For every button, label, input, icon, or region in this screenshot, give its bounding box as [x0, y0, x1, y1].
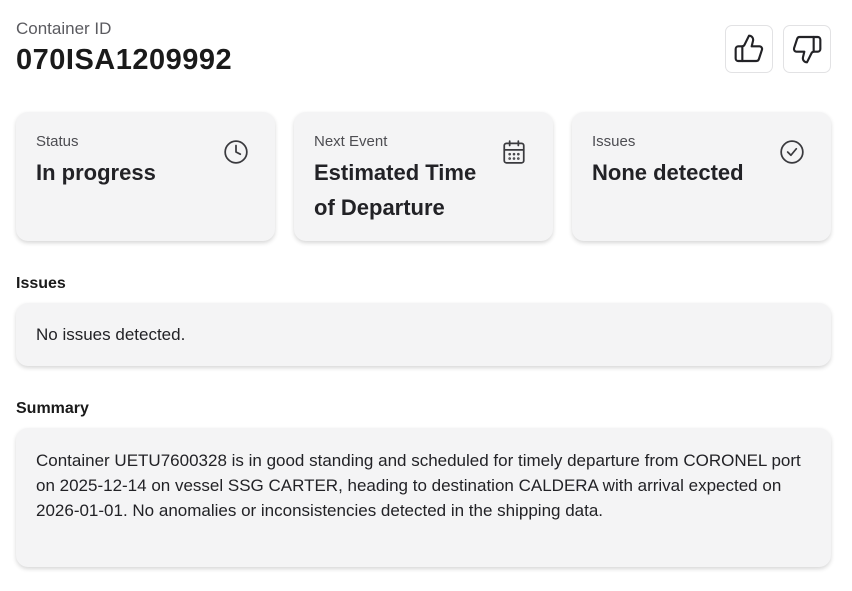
- calendar-icon: [501, 139, 527, 170]
- summary-panel: Container UETU7600328 is in good standin…: [16, 428, 831, 567]
- container-detail-page: Container ID 070ISA1209992 Status In pro…: [0, 0, 852, 591]
- issues-section-title: Issues: [16, 275, 66, 292]
- thumbs-down-button[interactable]: [783, 25, 831, 73]
- feedback-buttons: [725, 25, 831, 73]
- clock-icon: [223, 139, 249, 170]
- container-id-value: 070ISA1209992: [16, 44, 233, 76]
- issues-panel: No issues detected.: [16, 303, 831, 366]
- thumbs-up-button[interactable]: [725, 25, 773, 73]
- status-card-value: In progress: [36, 160, 156, 185]
- summary-section-title: Summary: [16, 400, 89, 417]
- issues-text: No issues detected.: [36, 325, 186, 344]
- issues-card: Issues None detected: [572, 112, 831, 241]
- status-card: Status In progress: [16, 112, 275, 241]
- summary-text: Container UETU7600328 is in good standin…: [36, 451, 801, 520]
- container-id-label: Container ID: [16, 19, 112, 38]
- status-cards: Status In progress Next Event Estimated …: [16, 112, 831, 241]
- next-event-card-value: Estimated Time of Departure: [314, 160, 477, 220]
- check-circle-icon: [779, 139, 805, 170]
- header: Container ID 070ISA1209992: [16, 0, 831, 100]
- issues-card-value: None detected: [592, 160, 744, 185]
- thumbs-down-icon: [791, 33, 823, 65]
- next-event-card: Next Event Estimated Time of Departure: [294, 112, 553, 241]
- thumbs-up-icon: [733, 33, 765, 65]
